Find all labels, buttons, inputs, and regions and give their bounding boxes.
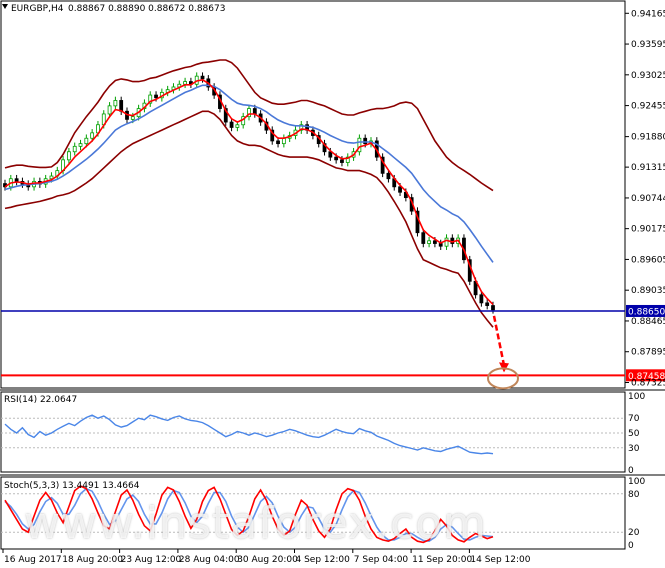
price-tick-label: 0.94165 [631,9,665,19]
candle [380,153,385,178]
price-tick-label: 0.91880 [631,133,665,143]
price-tick-label: 0.91315 [631,163,665,173]
time-tick-label: 18 Aug 20:00 [62,555,123,565]
time-tick-label: 11 Sep 20:00 [412,555,472,565]
rsi-tick-label: 30 [628,444,640,454]
candle [415,207,420,237]
price-tick-label: 0.92455 [631,102,665,112]
time-tick-label: 4 Sep 12:00 [296,555,351,565]
time-tick-label: 28 Aug 04:00 [179,555,240,565]
price-tick-label: 0.87895 [631,348,665,358]
rsi-tick-label: 100 [628,392,645,402]
rsi-tick-label: 70 [628,414,640,424]
time-tick-label: 14 Sep 12:00 [470,555,530,565]
time-tick-label: 7 Sep 04:00 [354,555,409,565]
rsi-tick-label: 50 [628,429,640,439]
ohlc-readout: 0.88867 0.88890 0.88672 0.88673 [68,4,225,14]
candle [467,255,472,286]
stoch-tick-label: 80 [628,490,640,500]
price-tick-label: 0.93025 [631,71,665,81]
stoch-tick-label: 100 [628,477,645,487]
rsi-tick-label: 0 [628,466,634,476]
price-tick-label: 0.90744 [631,194,665,204]
watermark: www.instaforex.com [24,498,487,549]
time-tick-label: 16 Aug 2017 [4,555,62,565]
symbol-label: EURGBP,H4 [11,4,64,14]
price-tick-label: 0.88465 [631,317,665,327]
time-tick-label: 23 Aug 12:00 [121,555,182,565]
stoch-tick-label: 0 [628,541,634,551]
rsi-title: RSI(14) 22.0647 [4,395,77,405]
stoch-title: Stoch(5,3,3) 13.4491 13.4664 [4,481,140,491]
price-tick-label: 0.87325 [631,378,665,388]
price-tick-label: 0.90175 [631,225,665,235]
stoch-tick-label: 20 [628,528,640,538]
time-tick-label: 30 Aug 20:00 [237,555,298,565]
price-tick-label: 0.89035 [631,286,665,296]
price-tick-label: 0.93595 [631,40,665,50]
price-tick-label: 0.89605 [631,255,665,265]
chart-canvas: 0.886500.874580.941650.935950.930250.924… [0,0,665,568]
